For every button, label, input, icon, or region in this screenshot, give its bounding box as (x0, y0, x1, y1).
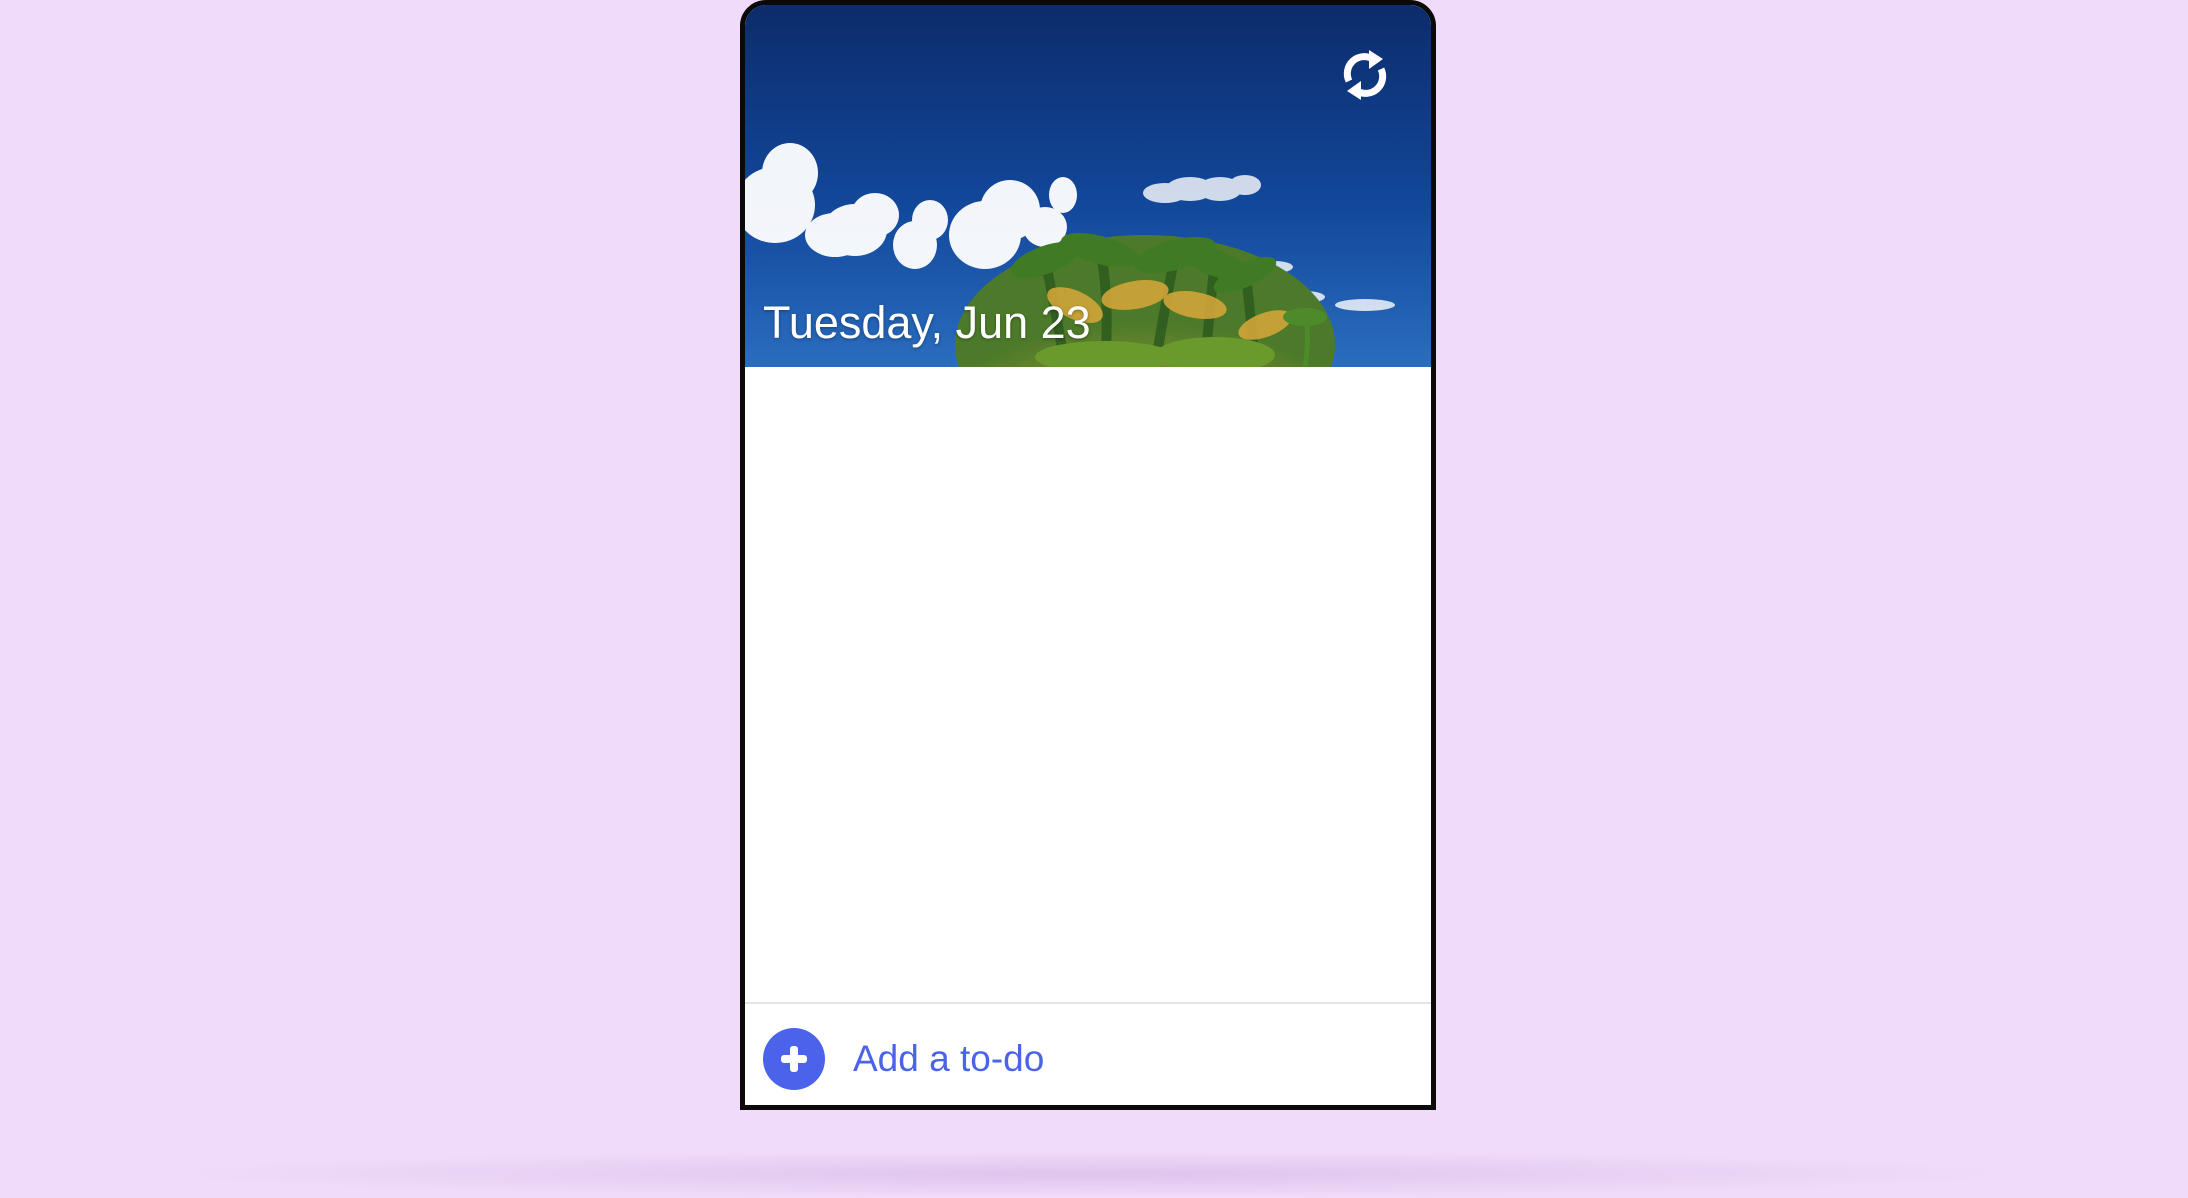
plus-circle-icon (763, 1028, 825, 1090)
header-banner: Tuesday, Jun 23 (745, 5, 1431, 367)
floor-shadow (140, 1150, 2040, 1198)
page-background: Tuesday, Jun 23 Add a to-do (0, 0, 2188, 1198)
todo-app-window: Tuesday, Jun 23 Add a to-do (740, 0, 1436, 1110)
todo-list (745, 367, 1431, 1002)
footer-bar: Add a to-do (745, 1002, 1431, 1105)
refresh-icon (1343, 50, 1387, 100)
date-title: Tuesday, Jun 23 (763, 297, 1091, 348)
add-todo-button[interactable]: Add a to-do (763, 1028, 1044, 1090)
refresh-button[interactable] (1335, 45, 1395, 105)
add-todo-label: Add a to-do (853, 1038, 1045, 1079)
